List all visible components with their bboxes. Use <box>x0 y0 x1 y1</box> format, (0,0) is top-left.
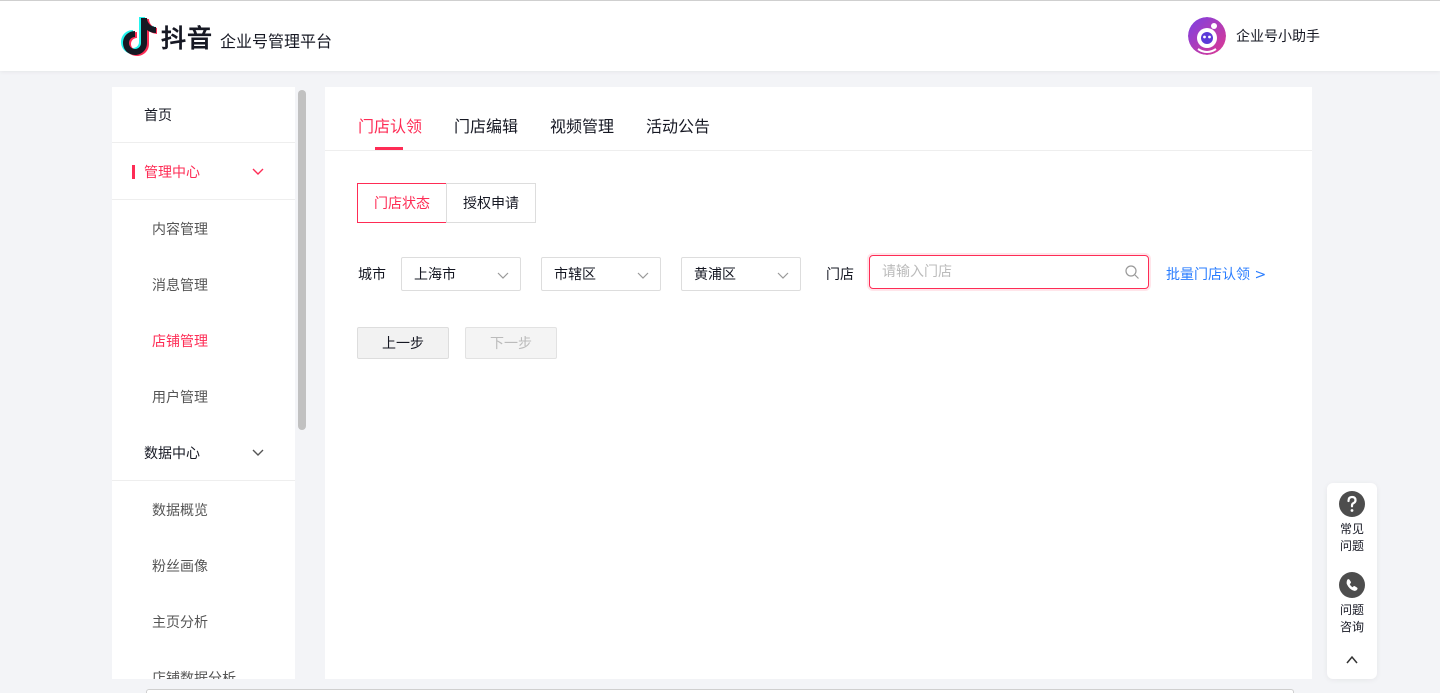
main-panel: 门店认领 门店编辑 视频管理 活动公告 门店状态 授权申请 城市 上海市 市辖区… <box>325 87 1312 679</box>
avatar <box>1188 17 1226 55</box>
sidebar-item-store-data[interactable]: 店铺数据分析 <box>112 650 295 679</box>
douyin-note-icon <box>121 17 157 56</box>
platform-title: 企业号管理平台 <box>220 32 333 51</box>
sidebar-item-store[interactable]: 店铺管理 <box>112 313 295 369</box>
back-to-top-icon[interactable] <box>1345 653 1359 667</box>
chevron-down-icon <box>252 168 264 175</box>
tab-video-manage[interactable]: 视频管理 <box>550 113 614 137</box>
sidebar-item-label: 数据中心 <box>144 445 200 462</box>
chevron-down-icon <box>637 272 649 279</box>
sidebar-item-label: 内容管理 <box>152 222 208 238</box>
next-step-button[interactable]: 下一步 <box>465 327 557 359</box>
sidebar-item-users[interactable]: 用户管理 <box>112 369 295 425</box>
faq-button[interactable]: 常见 问题 <box>1327 491 1377 555</box>
consult-button[interactable]: 问题 咨询 <box>1327 572 1377 636</box>
sidebar-item-messages[interactable]: 消息管理 <box>112 257 295 313</box>
sidebar-item-label: 首页 <box>144 107 172 124</box>
district-select[interactable]: 黄浦区 <box>681 257 801 291</box>
sidebar-item-homepage-analysis[interactable]: 主页分析 <box>112 594 295 650</box>
sidebar-item-label: 店铺管理 <box>152 334 208 350</box>
sidebar-group-data-center[interactable]: 数据中心 <box>112 425 295 481</box>
prev-step-button[interactable]: 上一步 <box>357 327 449 359</box>
tab-store-claim[interactable]: 门店认领 <box>358 113 422 137</box>
city-label: 城市 <box>358 267 386 283</box>
select-value: 市辖区 <box>554 267 596 283</box>
sidebar-item-label: 粉丝画像 <box>152 559 208 575</box>
segment-store-status[interactable]: 门店状态 <box>357 183 447 223</box>
sidebar-item-data-overview[interactable]: 数据概览 <box>112 482 295 538</box>
help-label: 咨询 <box>1339 620 1364 634</box>
segment-auth-apply[interactable]: 授权申请 <box>446 183 536 223</box>
sidebar-item-home[interactable]: 首页 <box>112 87 295 143</box>
sidebar-item-content[interactable]: 内容管理 <box>112 201 295 257</box>
store-label: 门店 <box>826 267 854 283</box>
batch-claim-link[interactable]: 批量门店认领 > <box>1166 264 1266 284</box>
help-label: 问题 <box>1339 603 1364 617</box>
tab-announcements[interactable]: 活动公告 <box>646 113 710 137</box>
select-value: 上海市 <box>414 267 456 283</box>
user-name: 企业号小助手 <box>1236 29 1320 45</box>
tab-store-edit[interactable]: 门店编辑 <box>454 113 518 137</box>
help-label: 问题 <box>1339 539 1364 553</box>
sidebar-item-label: 用户管理 <box>152 390 208 406</box>
bottom-panel-edge <box>146 689 1294 693</box>
tab-active-indicator <box>375 147 403 150</box>
douyin-logo[interactable]: 抖音 <box>119 16 213 58</box>
help-panel: 常见 问题 问题 咨询 <box>1327 483 1377 679</box>
store-search-box <box>869 255 1149 289</box>
sidebar-group-manage-center[interactable]: 管理中心 <box>112 144 295 200</box>
top-bar: 抖音 企业号管理平台 企业号小助手 <box>0 0 1440 71</box>
sidebar-scrollbar[interactable] <box>298 90 306 430</box>
chevron-down-icon <box>777 272 789 279</box>
user-menu[interactable]: 企业号小助手 <box>1188 17 1320 55</box>
sidebar: 首页 管理中心 内容管理 消息管理 店铺管理 用户管理 数据中心 数据概览 粉丝… <box>112 87 295 679</box>
brand-name: 抖音 <box>161 24 214 53</box>
chevron-down-icon <box>497 272 509 279</box>
chevron-down-icon <box>252 449 264 456</box>
sidebar-item-label: 主页分析 <box>152 615 208 631</box>
question-circle-icon <box>1339 491 1365 517</box>
sidebar-item-label: 店铺数据分析 <box>152 671 236 679</box>
tab-bar: 门店认领 门店编辑 视频管理 活动公告 <box>325 87 1312 151</box>
phone-icon <box>1339 572 1365 598</box>
select-value: 黄浦区 <box>694 267 736 283</box>
sidebar-item-fan-portrait[interactable]: 粉丝画像 <box>112 538 295 594</box>
help-label: 常见 <box>1339 522 1364 536</box>
district-type-select[interactable]: 市辖区 <box>541 257 661 291</box>
sidebar-item-label: 管理中心 <box>144 164 200 181</box>
active-indicator <box>132 165 135 179</box>
city-select[interactable]: 上海市 <box>401 257 521 291</box>
sidebar-item-label: 数据概览 <box>152 503 208 519</box>
store-search-input[interactable] <box>870 256 1110 288</box>
sidebar-item-label: 消息管理 <box>152 278 208 294</box>
search-icon[interactable] <box>1124 264 1140 280</box>
